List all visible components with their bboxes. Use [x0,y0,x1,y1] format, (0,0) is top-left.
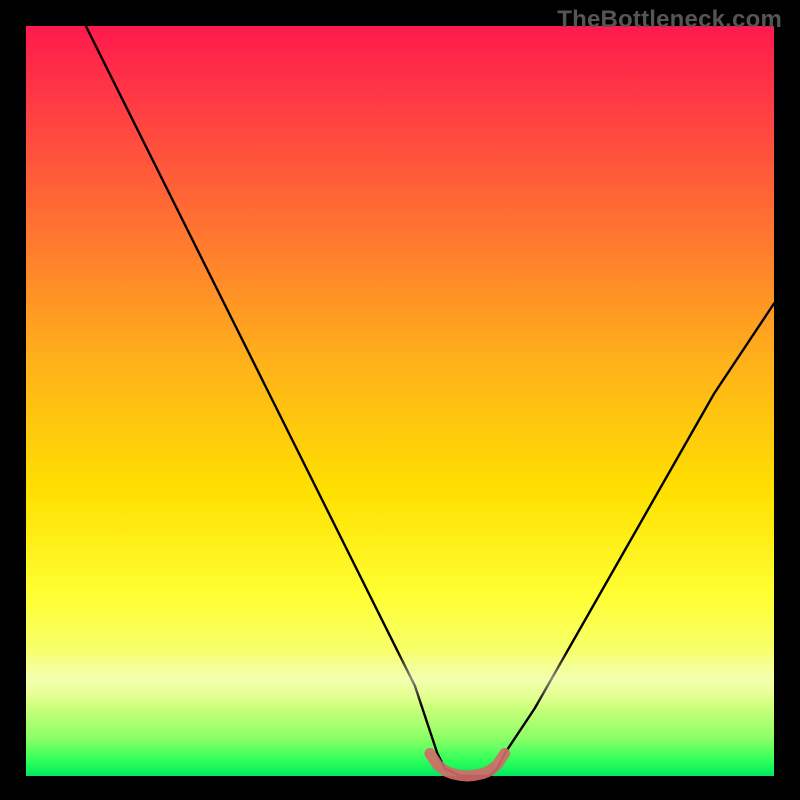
curve-layer [86,26,774,776]
chart-area [26,26,774,776]
series-optimal-band [430,754,505,777]
series-bottleneck-curve [86,26,774,776]
chart-svg [26,26,774,776]
watermark-label: TheBottleneck.com [557,6,782,34]
